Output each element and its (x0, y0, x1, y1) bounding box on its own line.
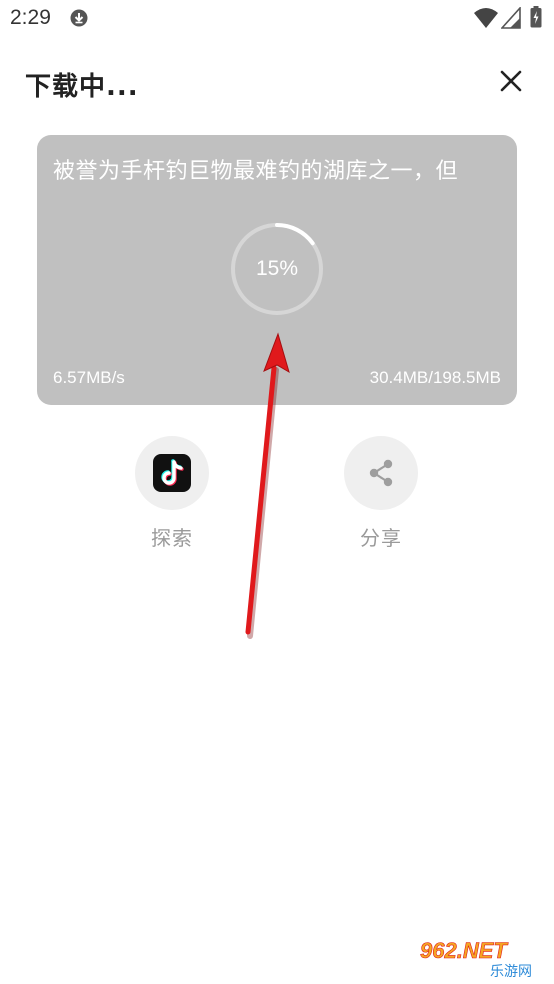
battery-icon (530, 6, 542, 28)
svg-text:乐游网: 乐游网 (490, 964, 532, 980)
download-speed: 6.57MB/s (53, 368, 125, 387)
close-button[interactable] (493, 63, 529, 99)
share-button[interactable]: 分享 (331, 436, 431, 551)
share-icon (369, 459, 393, 487)
close-icon (500, 70, 522, 92)
wifi-icon (474, 8, 498, 28)
download-card[interactable]: 被誉为手杆钓巨物最难钓的湖库之一，但 15% 6.57MB/s 30.4MB/1… (37, 135, 517, 405)
progress-percent: 15% (255, 257, 299, 280)
share-label: 分享 (360, 526, 402, 550)
status-time: 2:29 (10, 6, 51, 29)
page-title: 下载中... (25, 72, 139, 102)
explore-button[interactable]: 探索 (122, 436, 222, 551)
download-size: 30.4MB/198.5MB (369, 368, 501, 387)
watermark-logo: 962.NET 乐游网 (414, 934, 550, 980)
svg-text:962.NET: 962.NET (420, 938, 508, 963)
signal-icon (501, 7, 521, 29)
explore-icon-circle[interactable] (135, 436, 209, 510)
share-icon-circle[interactable] (344, 436, 418, 510)
download-screen: 2:29 下载中... 被誉为手杆钓巨物最难钓的湖库之一，但 15% 6.57M… (0, 0, 554, 984)
explore-label: 探索 (151, 526, 193, 550)
status-bar: 2:29 (0, 0, 554, 38)
video-title: 被誉为手杆钓巨物最难钓的湖库之一，但 (53, 159, 459, 184)
tiktok-icon (153, 454, 191, 492)
download-icon (70, 9, 88, 27)
